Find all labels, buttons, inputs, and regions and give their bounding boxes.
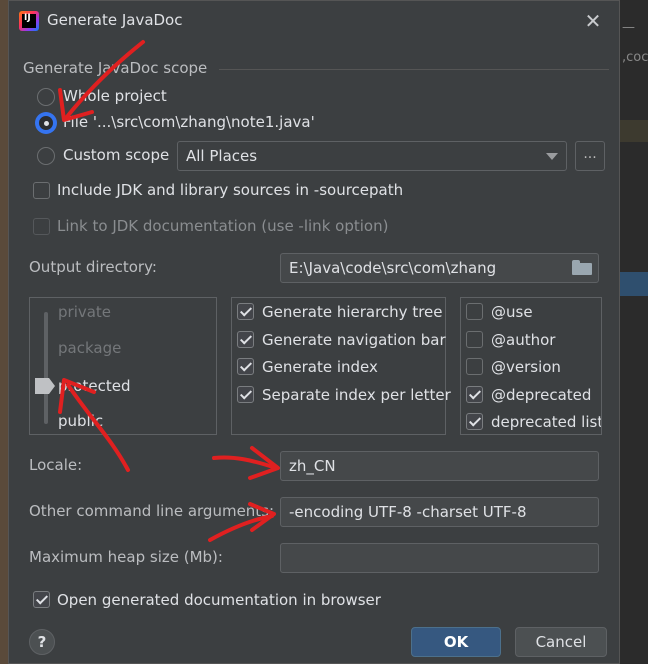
custom-scope-browse-button[interactable]: ... [575, 141, 605, 171]
visibility-level-protected[interactable]: protected [58, 377, 131, 395]
link-jdk-checkbox[interactable] [33, 218, 50, 235]
tag-use-label[interactable]: @use [491, 303, 533, 321]
radio-custom-scope-label[interactable]: Custom scope [63, 146, 169, 164]
tag-version-label[interactable]: @version [491, 358, 561, 376]
include-jdk-checkbox[interactable] [33, 182, 50, 199]
radio-whole-project-label[interactable]: Whole project [63, 87, 167, 105]
folder-icon[interactable] [572, 260, 592, 276]
output-directory-value: E:\Java\code\src\com\zhang [289, 259, 497, 277]
separate-index-checkbox[interactable] [237, 386, 254, 403]
visibility-level-package[interactable]: package [58, 339, 121, 357]
background-editor-strip: — ,coc [620, 0, 648, 664]
tag-use-checkbox[interactable] [466, 303, 483, 320]
heap-size-label: Maximum heap size (Mb): [29, 548, 223, 566]
radio-file-label[interactable]: File '...\src\com\zhang\note1.java' [63, 113, 315, 131]
tag-deprecated-checkbox[interactable] [466, 386, 483, 403]
tag-deprecated-list-checkbox[interactable] [466, 413, 483, 430]
title-bar[interactable]: IJ Generate JavaDoc ✕ [9, 1, 619, 41]
hierarchy-tree-label[interactable]: Generate hierarchy tree [262, 303, 443, 321]
navigation-bar-label[interactable]: Generate navigation bar [262, 331, 446, 349]
generate-index-label[interactable]: Generate index [262, 358, 378, 376]
background-text: ,coc [622, 50, 648, 65]
chevron-down-icon [546, 153, 558, 160]
other-args-input[interactable]: -encoding UTF-8 -charset UTF-8 [280, 497, 599, 527]
tag-version-checkbox[interactable] [466, 358, 483, 375]
cancel-button[interactable]: Cancel [515, 627, 607, 657]
include-jdk-label[interactable]: Include JDK and library sources in -sour… [57, 181, 403, 199]
locale-label: Locale: [29, 456, 83, 474]
close-icon[interactable]: ✕ [581, 9, 605, 33]
other-args-value: -encoding UTF-8 -charset UTF-8 [289, 503, 527, 521]
navigation-bar-checkbox[interactable] [237, 331, 254, 348]
help-button[interactable]: ? [29, 629, 55, 655]
custom-scope-value: All Places [186, 147, 258, 165]
radio-whole-project[interactable] [37, 88, 55, 106]
background-left-strip [0, 0, 8, 664]
heap-size-input[interactable] [280, 543, 599, 573]
link-jdk-label: Link to JDK documentation (use -link opt… [57, 217, 389, 235]
open-browser-checkbox[interactable] [33, 591, 50, 608]
visibility-level-public[interactable]: public [58, 412, 103, 430]
other-args-label: Other command line arguments: [29, 502, 275, 520]
tag-author-label[interactable]: @author [491, 331, 555, 349]
generate-index-checkbox[interactable] [237, 358, 254, 375]
radio-custom-scope[interactable] [37, 147, 55, 165]
section-divider [219, 69, 609, 70]
tag-deprecated-label[interactable]: @deprecated [491, 386, 591, 404]
ok-button[interactable]: OK [411, 627, 501, 657]
hierarchy-tree-checkbox[interactable] [237, 303, 254, 320]
background-selection [620, 272, 648, 296]
tag-deprecated-list-label[interactable]: deprecated list [491, 413, 601, 431]
visibility-level-private[interactable]: private [58, 303, 111, 321]
intellij-logo-icon: IJ [19, 11, 39, 31]
generate-javadoc-dialog: IJ Generate JavaDoc ✕ Generate JavaDoc s… [8, 0, 620, 664]
scope-section-label: Generate JavaDoc scope [23, 59, 208, 77]
separate-index-label[interactable]: Separate index per letter [262, 386, 451, 404]
background-highlight [620, 120, 648, 142]
custom-scope-dropdown[interactable]: All Places [177, 141, 567, 171]
tag-author-checkbox[interactable] [466, 331, 483, 348]
background-text: — [622, 20, 635, 35]
radio-file[interactable] [37, 114, 55, 132]
locale-input[interactable]: zh_CN [280, 451, 599, 481]
open-browser-label[interactable]: Open generated documentation in browser [57, 591, 381, 609]
visibility-slider-track[interactable] [44, 312, 48, 424]
output-directory-label: Output directory: [29, 258, 157, 276]
output-directory-input[interactable]: E:\Java\code\src\com\zhang [280, 253, 599, 283]
window-title: Generate JavaDoc [47, 11, 183, 29]
locale-value: zh_CN [289, 457, 336, 475]
